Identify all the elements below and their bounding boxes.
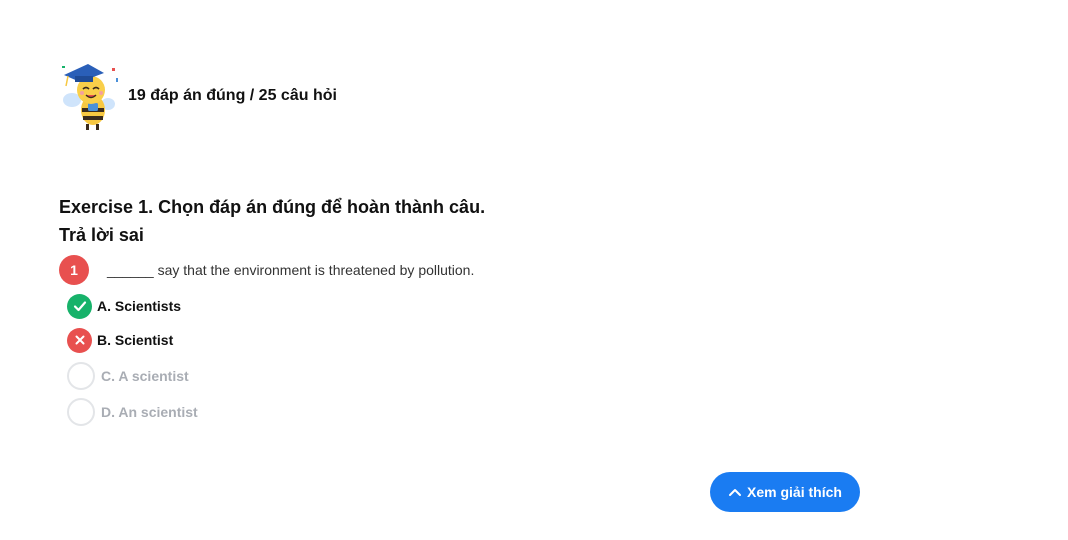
answer-result-label: Trả lời sai [59, 225, 144, 245]
option-label: B. Scientist [97, 332, 174, 348]
option-b[interactable]: B. Scientist [67, 327, 198, 353]
option-label: C. A scientist [101, 368, 189, 384]
score-summary: 19 đáp án đúng / 25 câu hỏi [58, 58, 337, 132]
view-explanation-label: Xem giải thích [747, 484, 842, 500]
option-a[interactable]: A. Scientists [67, 293, 198, 319]
quiz-result-page: 19 đáp án đúng / 25 câu hỏi Exercise 1. … [0, 0, 1068, 540]
question-row: 1 ______ say that the environment is thr… [59, 255, 474, 285]
view-explanation-button[interactable]: Xem giải thích [710, 472, 860, 512]
check-icon [67, 293, 92, 319]
exercise-title: Exercise 1. Chọn đáp án đúng để hoàn thà… [59, 197, 486, 217]
answer-options: A. Scientists B. Scientist C. A scientis… [67, 293, 198, 426]
radio-icon [67, 362, 95, 390]
close-icon [67, 327, 92, 353]
question-number-badge: 1 [59, 255, 89, 285]
bee-mascot-icon [58, 58, 126, 132]
chevron-up-icon [728, 487, 742, 497]
option-label: D. An scientist [101, 404, 198, 420]
option-label: A. Scientists [97, 298, 182, 314]
radio-icon [67, 398, 95, 426]
option-d[interactable]: D. An scientist [67, 398, 198, 426]
score-text: 19 đáp án đúng / 25 câu hỏi [128, 87, 337, 104]
option-c[interactable]: C. A scientist [67, 362, 198, 390]
question-text: ______ say that the environment is threa… [107, 262, 475, 278]
